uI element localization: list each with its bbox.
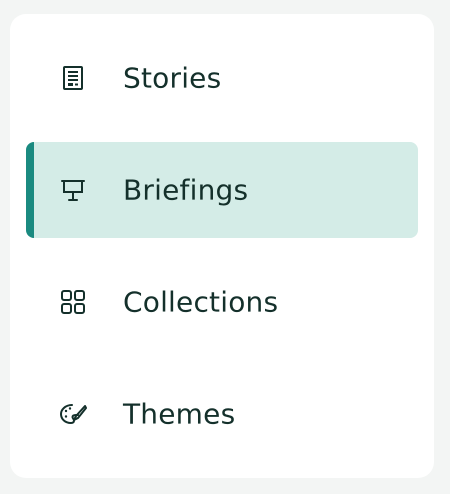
nav-item-label: Collections	[123, 285, 279, 319]
document-icon	[58, 63, 88, 93]
nav-item-briefings[interactable]: Briefings	[26, 142, 418, 238]
presentation-icon	[58, 175, 88, 205]
nav-item-stories[interactable]: Stories	[26, 30, 418, 126]
nav-item-themes[interactable]: Themes	[26, 366, 418, 462]
sidebar-nav-panel: Stories Briefings Collections Themes	[10, 14, 434, 478]
palette-icon	[58, 399, 88, 429]
nav-item-label: Themes	[123, 397, 236, 431]
grid-icon	[58, 287, 88, 317]
nav-item-label: Briefings	[123, 173, 249, 207]
nav-item-label: Stories	[123, 61, 222, 95]
nav-item-collections[interactable]: Collections	[26, 254, 418, 350]
active-indicator	[26, 142, 34, 238]
